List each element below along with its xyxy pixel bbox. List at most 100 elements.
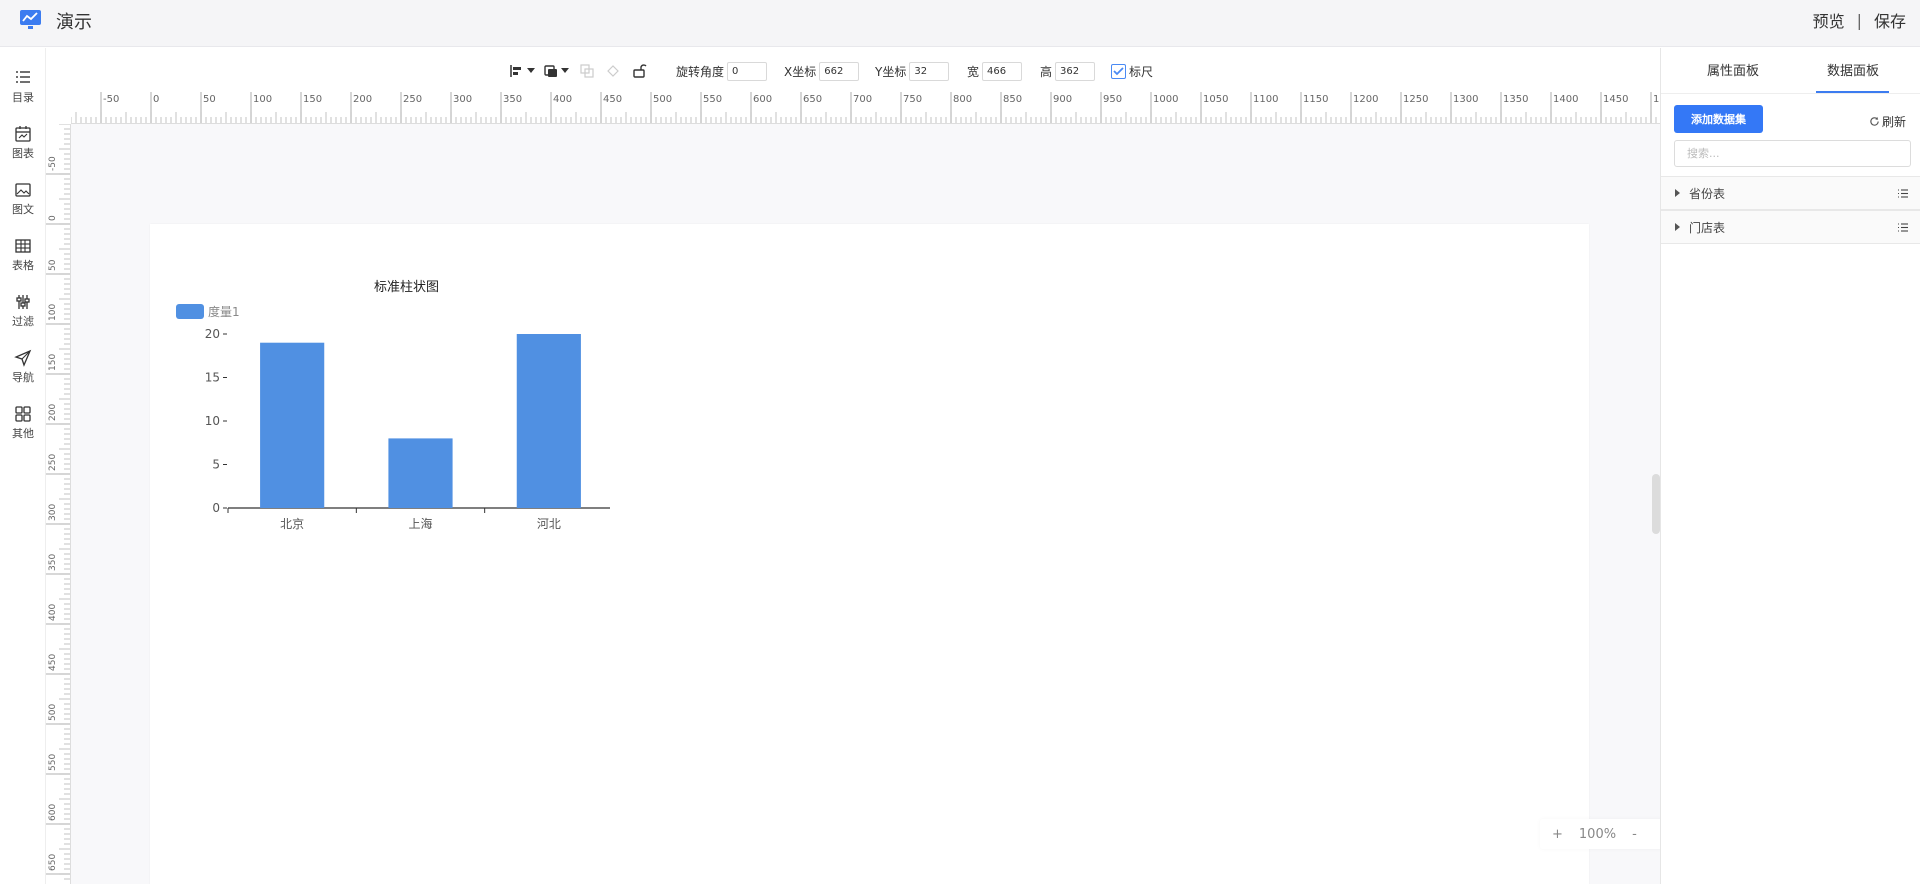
- ruler-label: 350: [48, 554, 58, 571]
- height-group: 高: [1040, 60, 1096, 82]
- x-coordinate-input[interactable]: [819, 61, 860, 81]
- ruler-label: 1150: [1303, 94, 1328, 105]
- unlock-icon[interactable]: [630, 62, 648, 80]
- ruler-label: 800: [953, 94, 972, 105]
- height-input[interactable]: [1055, 61, 1096, 81]
- width-label: 宽: [967, 64, 980, 79]
- add-dataset-button[interactable]: 添加数据集: [1674, 105, 1763, 133]
- horizontal-ruler: -50 0 50 100 150 200 250 300 350 400 450 500 550 600 6…: [71, 92, 1660, 124]
- y-coordinate-input[interactable]: [909, 61, 950, 81]
- caret-right-icon[interactable]: [1675, 189, 1680, 197]
- left-sidebar: 目录 图表 图文 表格 过滤 导航 其他: [0, 48, 46, 884]
- active-tab-indicator: [1816, 91, 1889, 93]
- sidebar-item-image-text[interactable]: 图文: [0, 180, 46, 228]
- sidebar-item-label: 导航: [12, 371, 34, 384]
- sidebar-item-other[interactable]: 其他: [0, 404, 46, 452]
- width-input[interactable]: [982, 61, 1023, 81]
- ruler-label: 1000: [1153, 94, 1178, 105]
- ruler-label: 150: [48, 354, 58, 371]
- ruler-label: 500: [653, 94, 672, 105]
- rotation-group: 旋转角度: [676, 60, 768, 82]
- align-left-icon[interactable]: [508, 62, 526, 80]
- ruler-label: 250: [403, 94, 422, 105]
- ruler-label: 300: [48, 504, 58, 521]
- ruler-label: 50: [203, 94, 216, 105]
- menu-icon[interactable]: [1897, 188, 1909, 199]
- navigation-icon: [14, 349, 32, 367]
- ruler-label: 1300: [1453, 94, 1478, 105]
- ruler-label: 1450: [1603, 94, 1628, 105]
- y-tick-label: 20: [205, 327, 220, 341]
- dataset-search-input[interactable]: [1674, 140, 1911, 167]
- y-tick-label: 15: [205, 371, 220, 385]
- refresh-button[interactable]: 刷新: [1869, 113, 1906, 130]
- ruler-label: 1400: [1553, 94, 1578, 105]
- ruler-label: 600: [48, 804, 58, 821]
- zoom-in-button[interactable]: +: [1552, 827, 1563, 842]
- ruler-label: 250: [48, 454, 58, 471]
- y-tick-label: 10: [205, 414, 220, 428]
- dataset-name: 门店表: [1689, 220, 1726, 235]
- table-icon: [15, 239, 31, 253]
- ruler-label: 350: [503, 94, 522, 105]
- sidebar-item-table[interactable]: 表格: [0, 236, 46, 284]
- menu-icon[interactable]: [1897, 222, 1909, 233]
- height-label: 高: [1040, 64, 1053, 79]
- preview-button[interactable]: 预览: [1813, 8, 1845, 32]
- ruler-label: 450: [603, 94, 622, 105]
- sidebar-item-label: 目录: [12, 91, 34, 104]
- rotation-input[interactable]: [727, 61, 768, 81]
- filter-icon: [16, 295, 30, 309]
- zoom-out-button[interactable]: -: [1632, 827, 1637, 842]
- ruler-corner: [46, 92, 71, 124]
- dataset-row[interactable]: 省份表: [1661, 176, 1920, 210]
- editor-toolbar: 旋转角度 X坐标 Y坐标 宽 高 标尺: [46, 48, 1660, 92]
- calendar-chart-icon: [15, 126, 31, 142]
- sidebar-item-label: 图文: [12, 203, 34, 216]
- dataset-name: 省份表: [1689, 186, 1726, 201]
- app-title: 演示: [56, 12, 92, 33]
- ruler-label: 850: [1003, 94, 1022, 105]
- chart-line-icon: [20, 10, 41, 29]
- dataset-row[interactable]: 门店表: [1661, 210, 1920, 244]
- ruler-checkbox[interactable]: [1111, 63, 1126, 79]
- sidebar-item-chart[interactable]: 图表: [0, 124, 46, 172]
- y-tick-label: 5: [212, 458, 220, 472]
- tab-data[interactable]: 数据面板: [1827, 60, 1879, 79]
- tab-properties[interactable]: 属性面板: [1707, 60, 1759, 79]
- sidebar-item-filter[interactable]: 过滤: [0, 292, 46, 340]
- legend-label: 度量1: [208, 305, 240, 319]
- ungroup-icon: [604, 62, 622, 80]
- sidebar-item-navigation[interactable]: 导航: [0, 348, 46, 396]
- ruler-label: -50: [48, 156, 58, 171]
- bar: [260, 342, 325, 508]
- rotation-label: 旋转角度: [676, 64, 725, 79]
- caret-right-icon[interactable]: [1675, 223, 1680, 231]
- image-text-icon: [15, 183, 31, 197]
- horizontal-ruler-scale: -50 0 50 100 150 200 250 300 350 400 450 500 550 600 6…: [71, 92, 1660, 123]
- ruler-label: 0: [153, 94, 159, 105]
- layer-icon[interactable]: [542, 62, 560, 80]
- ruler-label: 1100: [1253, 94, 1278, 105]
- y-group: Y坐标: [875, 60, 950, 82]
- ruler-label: 15: [1653, 94, 1660, 105]
- ruler-label: 200: [353, 94, 372, 105]
- align-group: [508, 60, 648, 82]
- sidebar-item-label: 其他: [12, 427, 34, 440]
- list-icon: [16, 71, 30, 83]
- chevron-down-icon[interactable]: [526, 62, 536, 80]
- chevron-down-icon[interactable]: [560, 62, 570, 80]
- right-panel: 属性面板 数据面板 添加数据集 刷新 省份表 门店表: [1660, 48, 1920, 884]
- ruler-label: 650: [48, 854, 58, 871]
- vertical-scrollbar[interactable]: [1652, 474, 1660, 534]
- ruler-label: 150: [303, 94, 322, 105]
- refresh-label: 刷新: [1881, 115, 1906, 129]
- ruler-label: 50: [48, 259, 58, 271]
- width-group: 宽: [967, 60, 1023, 82]
- ruler-toggle[interactable]: 标尺: [1111, 60, 1156, 82]
- ruler-label: 750: [903, 94, 922, 105]
- sidebar-item-catalog[interactable]: 目录: [0, 68, 46, 116]
- ruler-label: 500: [48, 704, 58, 721]
- save-button[interactable]: 保存: [1874, 8, 1906, 32]
- zoom-level: 100%: [1578, 826, 1617, 842]
